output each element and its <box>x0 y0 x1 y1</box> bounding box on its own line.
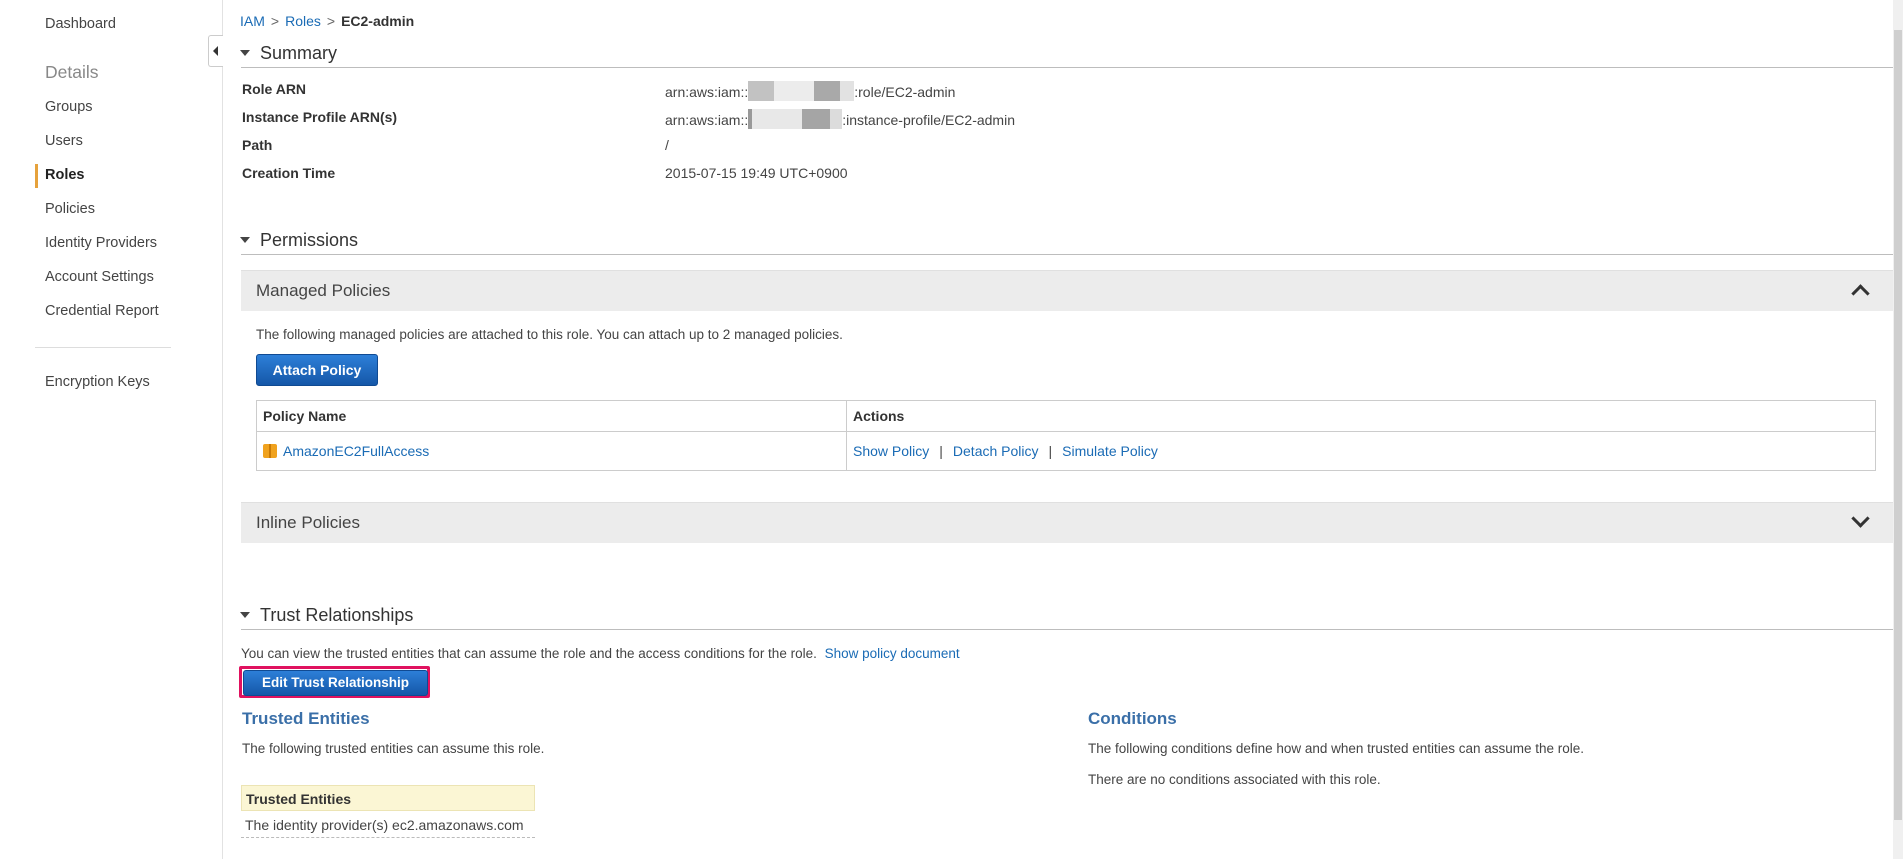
redaction-block <box>752 109 803 129</box>
path-value: / <box>665 137 669 153</box>
action-separator: | <box>1048 443 1053 459</box>
table-row: AmazonEC2FullAccess Show Policy | Detach P… <box>256 431 1876 471</box>
sidebar-item-account-settings[interactable]: Account Settings <box>45 269 154 285</box>
section-divider <box>241 67 1903 68</box>
redaction-block <box>830 109 843 129</box>
trusted-entity-row: The identity provider(s) ec2.amazonaws.c… <box>241 812 535 838</box>
sidebar-item-credential-report[interactable]: Credential Report <box>45 303 159 319</box>
sidebar-collapse-button[interactable] <box>208 35 223 67</box>
instance-profile-suffix: :instance-profile/EC2-admin <box>842 112 1015 128</box>
breadcrumb-roles[interactable]: Roles <box>285 13 321 29</box>
trust-description: You can view the trusted entities that c… <box>241 646 960 661</box>
role-arn-suffix: :role/EC2-admin <box>854 84 956 100</box>
trusted-entities-table-header: Trusted Entities <box>241 785 535 811</box>
sidebar-item-groups[interactable]: Groups <box>45 99 93 115</box>
trust-description-text: You can view the trusted entities that c… <box>241 646 817 661</box>
managed-policies-table: Policy Name Actions AmazonEC2FullAccess … <box>256 400 1876 471</box>
conditions-none-text: There are no conditions associated with … <box>1088 772 1381 787</box>
main-content: IAM > Roles > EC2-admin Summary Role ARN arn… <box>223 0 1903 859</box>
detach-policy-link[interactable]: Detach Policy <box>953 443 1039 459</box>
sidebar-item-dashboard[interactable]: Dashboard <box>45 16 116 32</box>
redaction-block <box>802 109 831 129</box>
managed-policy-cube-icon <box>263 444 277 458</box>
breadcrumb-current: EC2-admin <box>341 13 415 29</box>
column-header-actions: Actions <box>846 400 1876 432</box>
role-arn-value: arn:aws:iam:::role/EC2-admin <box>665 81 955 101</box>
policy-actions-cell: Show Policy | Detach Policy | Simulate Polic… <box>846 431 1876 471</box>
sidebar-item-users[interactable]: Users <box>45 133 83 149</box>
chevron-up-icon <box>1851 284 1870 303</box>
section-divider <box>241 629 1903 630</box>
sidebar-divider <box>35 347 171 348</box>
collapse-arrow-icon <box>213 46 218 56</box>
inline-policies-header[interactable]: Inline Policies <box>241 502 1895 543</box>
section-divider <box>241 254 1903 255</box>
trusted-entities-heading: Trusted Entities <box>242 709 370 728</box>
trusted-entities-text: The following trusted entities can assum… <box>242 741 545 756</box>
sidebar: Dashboard Details Groups Users Roles Pol… <box>0 0 223 859</box>
summary-title: Summary <box>260 43 338 63</box>
inline-policies-title: Inline Policies <box>256 513 360 532</box>
collapse-triangle-icon <box>240 612 250 618</box>
creation-time-value: 2015-07-15 19:49 UTC+0900 <box>665 165 848 181</box>
breadcrumb-separator: > <box>270 13 280 29</box>
instance-profile-value: arn:aws:iam:::instance-profile/EC2-admin <box>665 109 1015 129</box>
managed-policies-header[interactable]: Managed Policies <box>241 270 1895 311</box>
chevron-down-icon <box>1851 509 1870 528</box>
show-policy-link[interactable]: Show Policy <box>853 443 929 459</box>
permissions-section-toggle[interactable]: Permissions <box>240 230 358 251</box>
permissions-title: Permissions <box>260 230 359 250</box>
collapse-triangle-icon <box>240 50 250 56</box>
instance-profile-label: Instance Profile ARN(s) <box>242 109 398 125</box>
instance-profile-prefix: arn:aws:iam:: <box>665 112 749 128</box>
role-arn-label: Role ARN <box>242 81 307 97</box>
collapse-triangle-icon <box>240 237 250 243</box>
show-policy-document-link[interactable]: Show policy document <box>825 646 960 661</box>
scrollbar-thumb[interactable] <box>1894 30 1902 820</box>
sidebar-item-encryption-keys[interactable]: Encryption Keys <box>45 374 150 390</box>
conditions-text: The following conditions define how and … <box>1088 741 1585 756</box>
policy-name-cell: AmazonEC2FullAccess <box>256 431 847 471</box>
breadcrumb: IAM > Roles > EC2-admin <box>240 13 414 29</box>
path-label: Path <box>242 137 273 153</box>
redaction-block <box>774 81 815 101</box>
trust-section-toggle[interactable]: Trust Relationships <box>240 605 413 626</box>
vertical-scrollbar[interactable] <box>1893 0 1903 859</box>
breadcrumb-iam[interactable]: IAM <box>240 13 265 29</box>
redaction-block <box>840 81 855 101</box>
attach-policy-button[interactable]: Attach Policy <box>256 354 378 386</box>
creation-time-label: Creation Time <box>242 165 336 181</box>
redaction-block <box>748 81 775 101</box>
managed-policies-title: Managed Policies <box>256 281 391 300</box>
managed-policies-description: The following managed policies are attac… <box>256 327 843 342</box>
column-header-policy-name: Policy Name <box>256 400 847 432</box>
sidebar-active-indicator <box>35 164 38 188</box>
sidebar-heading-details: Details <box>45 62 99 82</box>
edit-trust-relationship-button[interactable]: Edit Trust Relationship <box>243 670 428 696</box>
role-arn-prefix: arn:aws:iam:: <box>665 84 749 100</box>
table-header-row: Policy Name Actions <box>256 400 1876 432</box>
conditions-heading: Conditions <box>1088 709 1177 728</box>
breadcrumb-separator: > <box>326 13 336 29</box>
sidebar-item-roles[interactable]: Roles <box>45 167 85 183</box>
policy-link-amazonec2fullaccess[interactable]: AmazonEC2FullAccess <box>283 443 429 459</box>
sidebar-item-identity-providers[interactable]: Identity Providers <box>45 235 157 251</box>
redaction-block <box>814 81 841 101</box>
simulate-policy-link[interactable]: Simulate Policy <box>1062 443 1158 459</box>
sidebar-item-policies[interactable]: Policies <box>45 201 95 217</box>
trust-title: Trust Relationships <box>260 605 414 625</box>
action-separator: | <box>939 443 943 459</box>
summary-section-toggle[interactable]: Summary <box>240 43 337 64</box>
